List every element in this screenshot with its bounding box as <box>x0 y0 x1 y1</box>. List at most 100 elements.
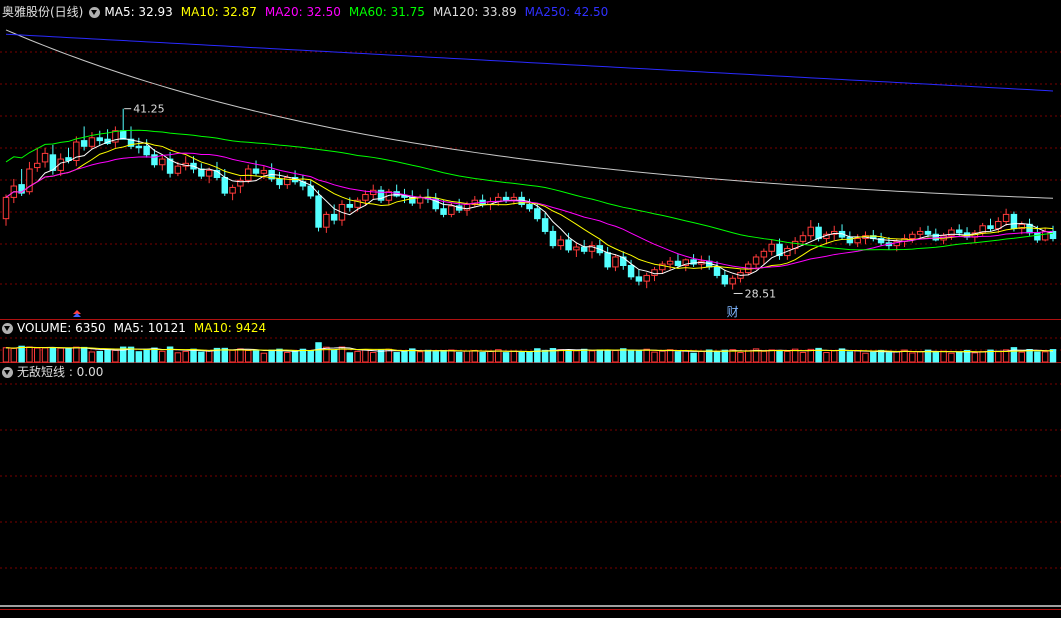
volume-bar <box>369 351 377 363</box>
kline-chart-window: 41.25 28.51 财 奥雅股份(日线) MA5: 32.93 MA10: 32.… <box>0 0 1061 615</box>
chevron-down-icon[interactable] <box>89 6 101 18</box>
volume-legend: VOLUME: 6350 MA5: 10121 MA10: 9424 <box>17 320 274 336</box>
candle-body <box>1041 230 1049 241</box>
volume-bar <box>159 350 166 363</box>
volume-bar <box>573 350 580 363</box>
volume-bar <box>80 346 88 363</box>
volume-bar <box>518 351 525 363</box>
volume-bar <box>284 351 291 363</box>
candle-body <box>143 145 150 156</box>
volume-bar <box>330 349 338 363</box>
volume-bar <box>354 350 361 363</box>
candle-body <box>1034 232 1041 241</box>
volume-bar <box>2 347 10 363</box>
volume-bar <box>870 351 877 363</box>
volume-bar <box>948 352 955 363</box>
volume-bar <box>1018 351 1025 363</box>
volume-bar <box>940 350 947 363</box>
volume-bar <box>909 352 916 363</box>
price-panel-header: 奥雅股份(日线) MA5: 32.93 MA10: 32.87 MA20: 32.5… <box>2 4 616 20</box>
volume-bar <box>401 350 408 363</box>
candle-body <box>760 250 768 258</box>
volume-bar <box>34 347 41 363</box>
candle-body <box>846 236 854 244</box>
candle-body <box>674 260 682 266</box>
candle-body <box>620 256 627 266</box>
ma-legend-item: MA120: 33.89 <box>432 5 517 19</box>
volume-bar <box>73 346 80 363</box>
candle-body <box>909 233 916 240</box>
volume-bar <box>635 350 643 363</box>
volume-bar <box>104 349 111 363</box>
candle-body <box>557 239 564 247</box>
volume-bar <box>776 350 783 363</box>
candle-body <box>854 238 861 244</box>
candle-body <box>526 203 533 210</box>
candle-body <box>260 169 268 174</box>
candle-body <box>151 154 158 166</box>
volume-bar <box>307 350 314 363</box>
volume-bar <box>143 348 150 363</box>
volume-bar <box>1041 351 1049 363</box>
volume-bar <box>791 348 799 363</box>
volume-bar <box>41 347 49 363</box>
volume-bar <box>510 350 518 363</box>
chevron-down-icon[interactable] <box>2 366 13 378</box>
volume-bar <box>627 350 635 363</box>
volume-bar <box>643 348 650 363</box>
volume-bar <box>721 349 729 363</box>
volume-bar <box>846 351 854 363</box>
candle-body <box>315 195 322 228</box>
low-price-label: 28.51 <box>745 287 777 300</box>
candle-body <box>96 137 103 142</box>
volume-bar <box>88 351 96 363</box>
volume-bar <box>479 352 486 363</box>
volume-bar <box>698 350 705 363</box>
candle-body <box>534 208 541 220</box>
volume-bar <box>956 351 963 363</box>
volume-bar <box>823 352 830 363</box>
candle-body <box>666 260 674 265</box>
volume-bar <box>65 348 72 363</box>
volume-bar <box>541 349 549 363</box>
candle-body <box>448 205 455 215</box>
candle-body <box>41 152 49 163</box>
volume-bar <box>424 349 432 363</box>
volume-bar <box>1049 349 1057 363</box>
ma-legend-item: MA10: 32.87 <box>180 5 257 19</box>
chart-canvas: 41.25 28.51 财 <box>0 29 1061 610</box>
volume-legend-item: MA5: 10121 <box>113 321 186 335</box>
candle-body <box>463 203 471 211</box>
volume-bar <box>784 350 791 363</box>
candle-body <box>276 178 283 186</box>
volume-bar <box>565 349 572 363</box>
candle-body <box>323 213 330 228</box>
candle-body <box>135 145 143 149</box>
ma-legend-item: MA5: 32.93 <box>104 5 173 19</box>
candle-body <box>565 239 572 251</box>
candle-body <box>159 158 166 166</box>
volume-bar <box>440 350 447 363</box>
volume-legend-item: VOLUME: 6350 <box>17 321 106 335</box>
volume-bar <box>471 349 479 363</box>
volume-bar <box>432 351 439 363</box>
volume-bar <box>690 352 697 363</box>
candle-body <box>573 246 580 251</box>
volume-bar <box>830 350 838 363</box>
volume-bar <box>885 352 893 363</box>
stock-title: 奥雅股份(日线) <box>2 5 84 19</box>
volume-bar <box>768 349 775 363</box>
volume-bar <box>463 350 471 363</box>
volume-bar <box>588 350 596 363</box>
indicator-panel-header: 无敌短线 : 0.00 <box>2 364 103 380</box>
volume-bar <box>995 351 1002 363</box>
candle-body <box>346 203 354 208</box>
volume-bar <box>151 347 158 363</box>
candle-body <box>729 277 736 285</box>
chevron-down-icon[interactable] <box>2 322 13 334</box>
volume-bar <box>315 342 322 363</box>
volume-bar <box>932 351 940 363</box>
volume-bar <box>112 349 119 363</box>
candle-body <box>924 230 932 235</box>
candle-body <box>205 169 213 177</box>
